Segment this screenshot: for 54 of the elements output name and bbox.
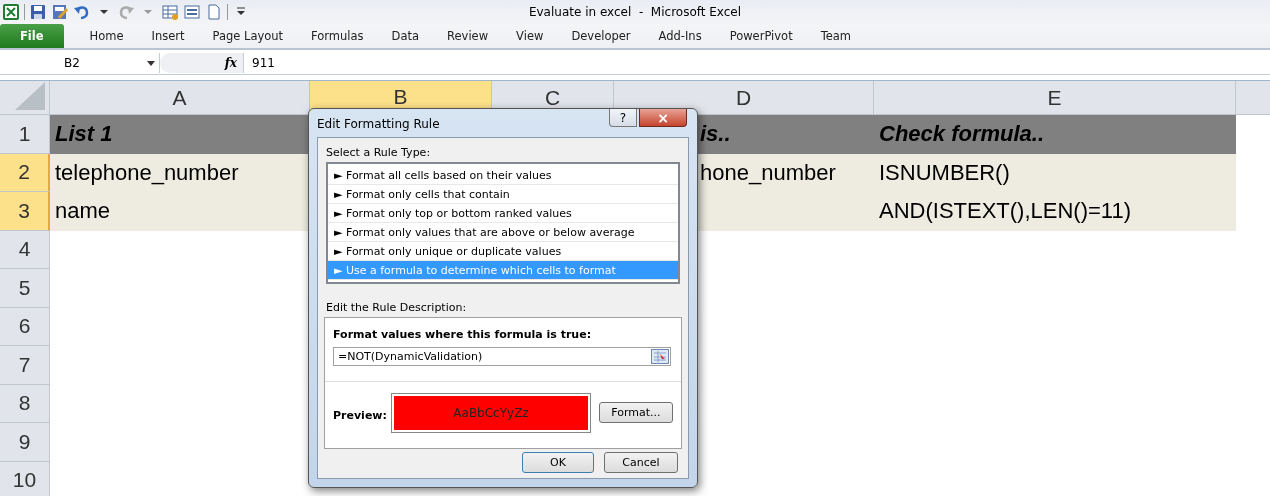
ribbon-tab[interactable]: Team — [806, 24, 866, 48]
row-header[interactable]: 8 — [0, 384, 50, 423]
form-icon[interactable] — [183, 3, 201, 21]
dropdown-icon[interactable] — [147, 60, 155, 66]
row-header[interactable]: 5 — [0, 269, 50, 308]
table-cell: ISNUMBER() — [874, 153, 1236, 192]
ribbon-tab[interactable]: PowerPivot — [715, 24, 807, 48]
table-icon[interactable] — [161, 3, 179, 21]
ribbon-tab[interactable]: File — [0, 24, 64, 48]
name-box[interactable]: B2 — [0, 53, 160, 73]
ribbon-tab[interactable]: Page Layout — [198, 24, 298, 48]
dialog-title: Edit Formatting Rule — [317, 117, 440, 131]
table-cell: List 1 — [50, 115, 310, 154]
row-header[interactable]: 2 — [0, 153, 50, 192]
table-cell: name — [50, 192, 310, 231]
formula-field[interactable]: =NOT(DynamicValidation) — [333, 347, 671, 366]
preview-label: Preview: — [333, 409, 387, 422]
header-strip — [1236, 81, 1270, 115]
formula-label: Format values where this formula is true: — [333, 328, 592, 341]
section-label: Edit the Rule Description: — [326, 301, 467, 314]
excel-logo-icon[interactable] — [2, 3, 20, 21]
table-cell: Check formula.. — [874, 115, 1236, 154]
table-cell: AND(ISTEXT(),LEN()=11) — [874, 192, 1236, 231]
format-button[interactable]: Format... — [599, 402, 673, 423]
table-cell: telephone_number — [50, 153, 310, 192]
section-label: Select a Rule Type: — [326, 146, 431, 159]
row-header[interactable]: 7 — [0, 346, 50, 385]
collapse-dialog-icon[interactable] — [651, 349, 669, 364]
ribbon-tab[interactable]: View — [502, 24, 558, 48]
column-header[interactable]: A — [50, 81, 310, 115]
ribbon-tab[interactable]: Add-Ins — [644, 24, 716, 48]
save-icon[interactable] — [29, 3, 47, 21]
row-header[interactable]: 4 — [0, 230, 50, 269]
insert-function-button[interactable]: fx — [224, 56, 237, 70]
window-title: Evaluate in excel - Microsoft Excel — [528, 5, 742, 19]
row-header[interactable]: 3 — [0, 192, 50, 231]
column-header[interactable]: E — [874, 81, 1236, 115]
row-header[interactable]: 1 — [0, 115, 50, 154]
ribbon-tab[interactable]: Insert — [137, 24, 199, 48]
formula-field[interactable]: 911 — [244, 56, 1270, 70]
undo-icon[interactable] — [73, 3, 91, 21]
row-header[interactable]: 6 — [0, 307, 50, 346]
row-header[interactable]: 9 — [0, 423, 50, 462]
ribbon-tab[interactable]: Developer — [557, 24, 645, 48]
help-button[interactable]: ? — [609, 109, 637, 127]
edit-document-icon[interactable] — [51, 3, 69, 21]
ribbon-tab[interactable]: Home — [75, 24, 138, 48]
row-header[interactable]: 10 — [0, 461, 50, 496]
ok-button[interactable]: OK — [522, 452, 594, 473]
ribbon-tab[interactable]: Data — [377, 24, 434, 48]
ribbon-tab[interactable]: Formulas — [297, 24, 378, 48]
cancel-button[interactable]: Cancel — [604, 452, 678, 473]
ribbon-tab[interactable]: Review — [433, 24, 503, 48]
preview-sample: AaBbCcYyZz — [453, 406, 529, 420]
